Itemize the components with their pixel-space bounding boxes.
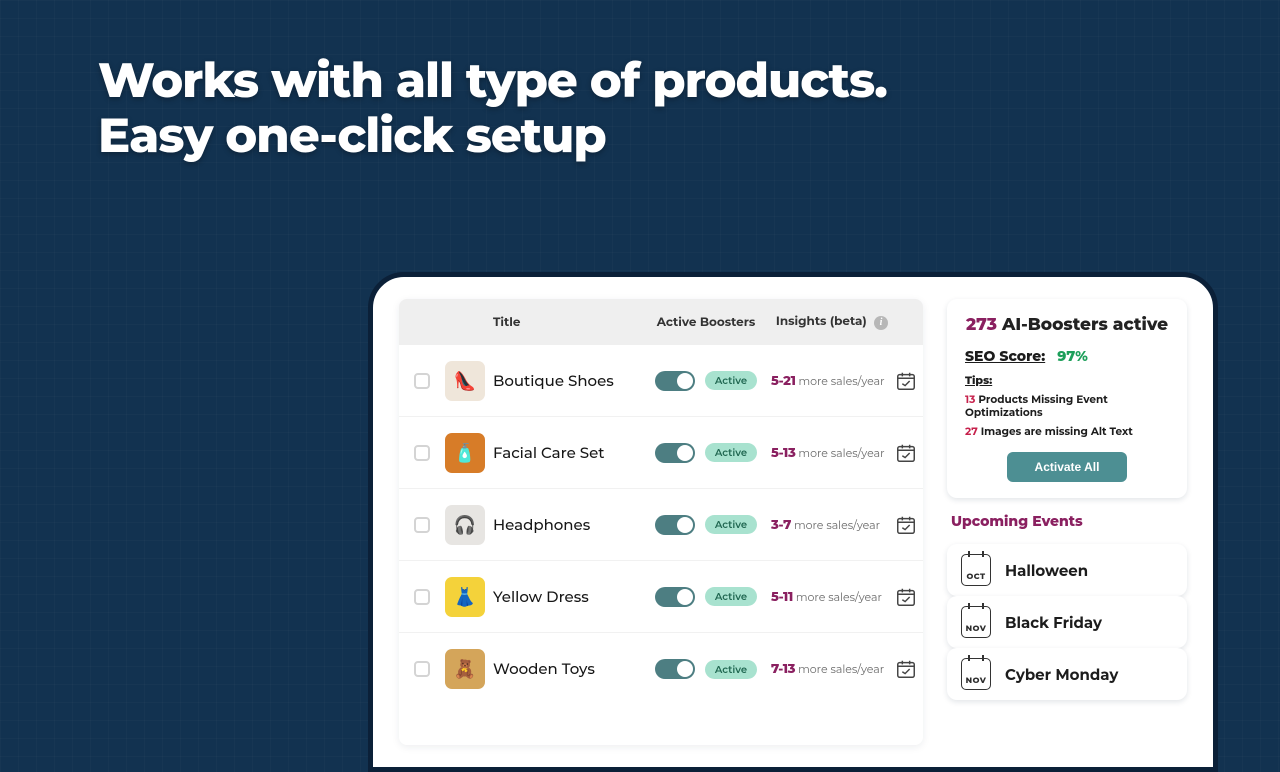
booster-toggle[interactable] <box>655 515 695 535</box>
product-thumbnail: 🧸 <box>445 649 485 689</box>
header-title: Title <box>493 315 641 330</box>
row-checkbox[interactable] <box>414 589 430 605</box>
table-row: 👗 Yellow Dress Active 5-11 more sales/year <box>399 561 923 633</box>
schedule-icon[interactable] <box>893 584 919 610</box>
booster-toggle[interactable] <box>655 443 695 463</box>
products-table: Title Active Boosters Insights (beta) i … <box>399 299 923 745</box>
event-item[interactable]: NOV Cyber Monday <box>947 648 1187 700</box>
active-pill: Active <box>705 587 757 606</box>
activate-all-button[interactable]: Activate All <box>1007 452 1128 482</box>
calendar-icon: NOV <box>961 658 991 690</box>
hero-headline: Works with all type of products. Easy on… <box>98 54 887 164</box>
event-name: Black Friday <box>1005 613 1102 632</box>
app-window: Title Active Boosters Insights (beta) i … <box>368 272 1218 772</box>
row-checkbox[interactable] <box>414 373 430 389</box>
active-pill: Active <box>705 443 757 462</box>
calendar-icon: NOV <box>961 606 991 638</box>
header-insights: Insights (beta) i <box>771 314 893 330</box>
active-pill: Active <box>705 371 757 390</box>
product-thumbnail: 🧴 <box>445 433 485 473</box>
event-name: Cyber Monday <box>1005 665 1118 684</box>
hero-line-1: Works with all type of products. <box>98 54 887 109</box>
row-checkbox[interactable] <box>414 661 430 677</box>
hero-line-2: Easy one-click setup <box>98 109 887 164</box>
info-icon[interactable]: i <box>874 316 888 330</box>
product-title: Headphones <box>493 515 590 534</box>
tip-row: 13 Products Missing Event Optimizations <box>965 393 1169 419</box>
table-row: 🧴 Facial Care Set Active 5-13 more sales/ye… <box>399 417 923 489</box>
booster-toggle[interactable] <box>655 587 695 607</box>
event-name: Halloween <box>1005 561 1088 580</box>
sidebar: 273 AI-Boosters active SEO Score: 97% Ti… <box>947 299 1187 745</box>
product-title: Facial Care Set <box>493 443 605 462</box>
product-title: Wooden Toys <box>493 659 595 678</box>
active-pill: Active <box>705 515 757 534</box>
product-title: Boutique Shoes <box>493 371 614 390</box>
table-row: 🎧 Headphones Active 3-7 more sales/year <box>399 489 923 561</box>
insight-text: 5-11 more sales/year <box>771 589 893 605</box>
insight-text: 5-21 more sales/year <box>771 373 893 389</box>
schedule-icon[interactable] <box>893 656 919 682</box>
row-checkbox[interactable] <box>414 445 430 461</box>
table-row: 👠 Boutique Shoes Active 5-21 more sales/yea… <box>399 345 923 417</box>
tip-row: 27 Images are missing Alt Text <box>965 425 1169 438</box>
product-thumbnail: 👗 <box>445 577 485 617</box>
booster-toggle[interactable] <box>655 659 695 679</box>
insight-text: 3-7 more sales/year <box>771 517 893 533</box>
stats-card: 273 AI-Boosters active SEO Score: 97% Ti… <box>947 299 1187 498</box>
product-thumbnail: 🎧 <box>445 505 485 545</box>
row-checkbox[interactable] <box>414 517 430 533</box>
header-boosters: Active Boosters <box>641 315 771 330</box>
table-header-row: Title Active Boosters Insights (beta) i <box>399 299 923 345</box>
active-pill: Active <box>705 660 757 679</box>
schedule-icon[interactable] <box>893 512 919 538</box>
calendar-icon: OCT <box>961 554 991 586</box>
booster-toggle[interactable] <box>655 371 695 391</box>
schedule-icon[interactable] <box>893 368 919 394</box>
event-item[interactable]: OCT Halloween <box>947 544 1187 596</box>
event-item[interactable]: NOV Black Friday <box>947 596 1187 648</box>
product-thumbnail: 👠 <box>445 361 485 401</box>
schedule-icon[interactable] <box>893 440 919 466</box>
seo-score: SEO Score: 97% <box>965 347 1169 365</box>
insight-text: 7-13 more sales/year <box>771 661 893 677</box>
table-row: 🧸 Wooden Toys Active 7-13 more sales/year <box>399 633 923 705</box>
upcoming-events-heading: Upcoming Events <box>947 512 1187 530</box>
product-title: Yellow Dress <box>493 587 589 606</box>
booster-count-title: 273 AI-Boosters active <box>965 315 1169 335</box>
insight-text: 5-13 more sales/year <box>771 445 893 461</box>
tips-label: Tips: <box>965 373 1169 387</box>
